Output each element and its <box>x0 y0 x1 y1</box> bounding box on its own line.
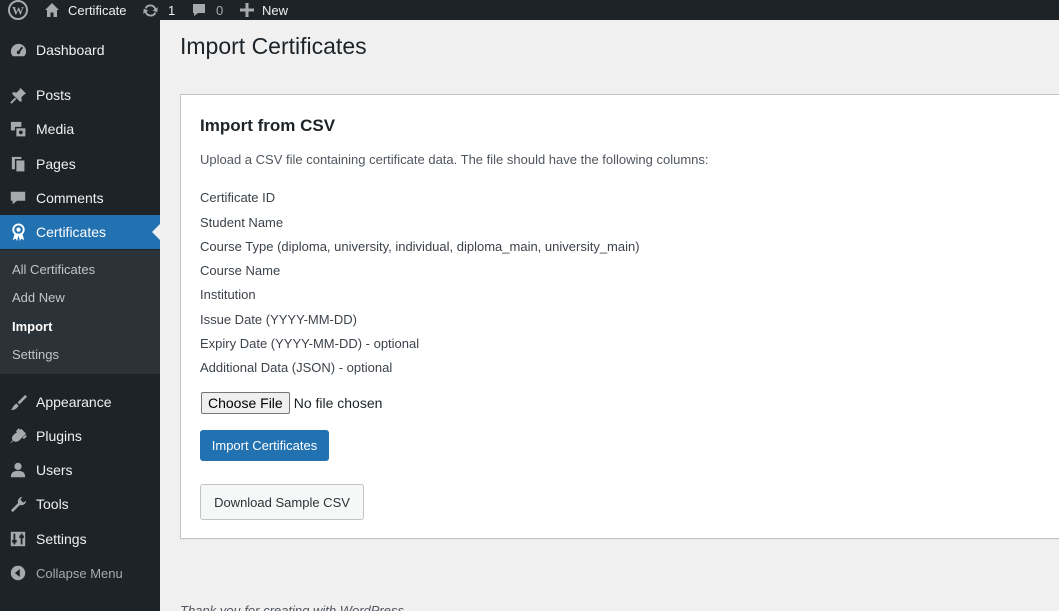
column-item: Course Name <box>200 263 281 278</box>
sidebar-item-label: Dashboard <box>36 42 105 58</box>
site-name-link[interactable]: Certificate <box>44 0 127 20</box>
admin-sidebar: Dashboard Posts Media Pages Comments Cer… <box>0 20 160 611</box>
brush-icon <box>8 392 28 412</box>
updates-link[interactable]: 1 <box>142 0 175 20</box>
column-item: Student Name <box>200 215 284 230</box>
wordpress-logo-icon[interactable]: W <box>8 0 28 20</box>
dashboard-icon <box>8 40 28 60</box>
file-status: No file chosen <box>293 395 383 411</box>
column-item: Expiry Date (YYYY-MM-DD) - optional <box>200 336 420 351</box>
sidebar-item-certificates[interactable]: Certificates <box>0 215 160 249</box>
collapse-arrow-icon <box>8 563 28 583</box>
sidebar-item-pages[interactable]: Pages <box>0 147 160 181</box>
pin-icon <box>8 85 28 105</box>
sidebar-item-tools[interactable]: Tools <box>0 487 160 521</box>
new-label: New <box>262 2 289 18</box>
submenu-item-import[interactable]: Import <box>12 319 52 334</box>
certificates-submenu: All Certificates Add New Import Settings <box>0 250 160 374</box>
plus-icon <box>240 3 254 17</box>
updates-icon <box>142 2 159 19</box>
media-icon <box>8 119 28 139</box>
sidebar-item-users[interactable]: Users <box>0 453 160 487</box>
submenu-item-add-new[interactable]: Add New <box>12 290 65 305</box>
sidebar-item-appearance[interactable]: Appearance <box>0 385 160 419</box>
column-item: Certificate ID <box>200 190 276 205</box>
sidebar-item-dashboard[interactable]: Dashboard <box>0 33 160 67</box>
sidebar-item-settings[interactable]: Settings <box>0 522 160 556</box>
user-icon <box>8 460 28 480</box>
column-item: Issue Date (YYYY-MM-DD) <box>200 312 357 327</box>
section-title: Import from CSV <box>200 116 336 135</box>
intro-text: Upload a CSV file containing certificate… <box>200 152 709 167</box>
pages-icon <box>8 154 28 174</box>
sidebar-item-label: Certificates <box>36 224 107 240</box>
column-item: Course Type (diploma, university, indivi… <box>200 239 640 254</box>
svg-text:W: W <box>12 4 24 18</box>
submenu-item-all-certificates[interactable]: All Certificates <box>12 262 95 277</box>
sidebar-item-comments[interactable]: Comments <box>0 181 160 215</box>
sidebar-item-media[interactable]: Media <box>0 112 160 146</box>
sidebar-item-posts[interactable]: Posts <box>0 78 160 112</box>
sidebar-item-label: Comments <box>36 190 104 206</box>
sidebar-item-plugins[interactable]: Plugins <box>0 419 160 453</box>
sidebar-item-label: Appearance <box>36 394 112 410</box>
sidebar-item-label: Settings <box>36 531 87 547</box>
sidebar-item-label: Plugins <box>36 428 82 444</box>
download-sample-csv-button[interactable]: Download Sample CSV <box>200 484 364 520</box>
submenu-item-settings[interactable]: Settings <box>12 347 59 362</box>
import-certificates-button[interactable]: Import Certificates <box>200 430 329 461</box>
sliders-icon <box>8 529 28 549</box>
sidebar-item-label: Pages <box>36 156 76 172</box>
sidebar-item-label: Posts <box>36 87 72 103</box>
site-name: Certificate <box>68 2 127 18</box>
collapse-menu-button[interactable]: Collapse Menu <box>0 556 160 590</box>
updates-count: 1 <box>168 2 176 18</box>
sidebar-item-label: Media <box>36 121 75 137</box>
page-title: Import Certificates <box>180 33 367 59</box>
sidebar-item-label: Users <box>36 462 73 478</box>
collapse-menu-label: Collapse Menu <box>36 565 123 581</box>
wrench-icon <box>8 494 28 514</box>
admin-bar: W Certificate 1 0 New <box>0 0 1059 20</box>
comments-icon <box>8 188 28 208</box>
choose-file-button[interactable]: Choose File <box>201 392 290 414</box>
column-item: Institution <box>200 287 256 302</box>
award-icon <box>8 222 28 242</box>
column-item: Additional Data (JSON) - optional <box>200 360 393 375</box>
sidebar-item-label: Tools <box>36 496 69 512</box>
import-card: Import from CSV Upload a CSV file contai… <box>180 94 1059 539</box>
new-content-link[interactable]: New <box>240 0 288 20</box>
comments-link[interactable]: 0 <box>191 0 223 20</box>
file-input[interactable]: Choose File No file chosen <box>201 392 382 414</box>
plugin-icon <box>8 426 28 446</box>
comment-bubble-icon <box>191 2 207 18</box>
home-icon <box>44 2 60 18</box>
comments-count: 0 <box>216 2 224 18</box>
footer-thankyou: Thank you for creating with WordPress. <box>180 603 408 611</box>
